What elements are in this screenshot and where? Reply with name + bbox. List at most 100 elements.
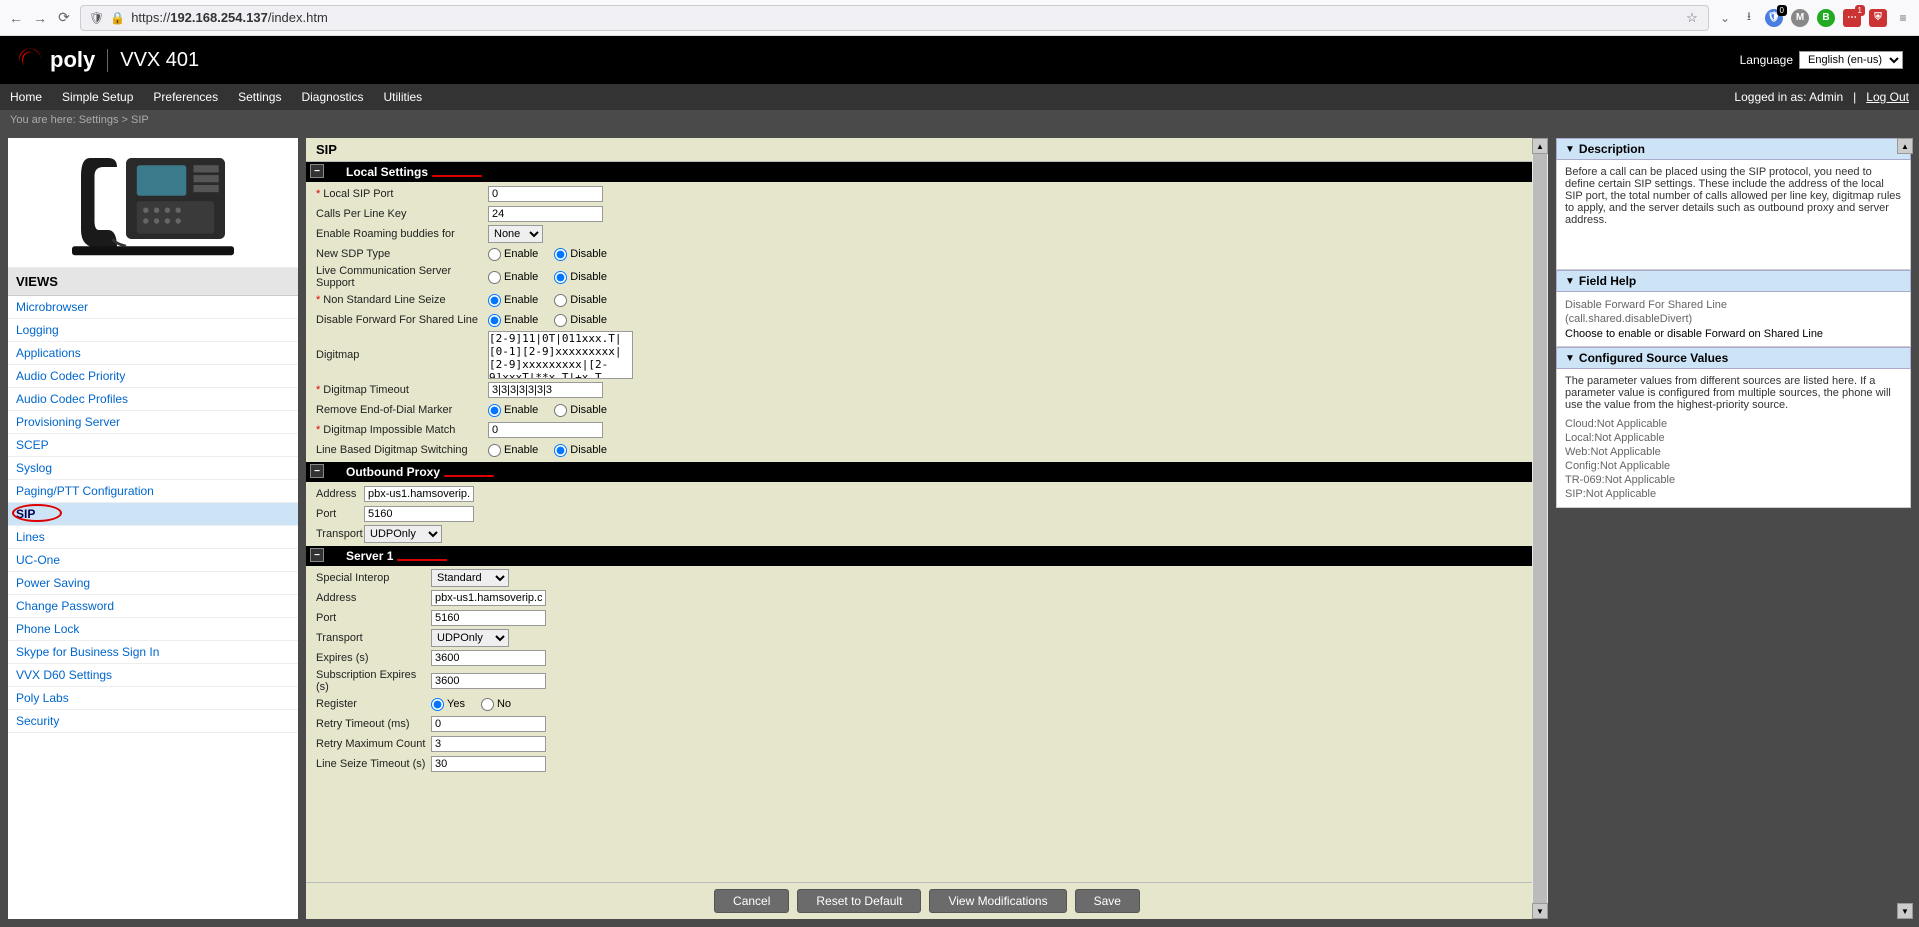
nsls-disable-radio[interactable]: Disable [554, 294, 607, 307]
digitmap-textarea[interactable]: [2-9]11|0T|011xxx.T|[0-1][2-9]xxxxxxxxx|… [488, 331, 633, 379]
lcs-enable-radio[interactable]: Enable [488, 271, 538, 284]
new-sdp-disable-radio[interactable]: Disable [554, 248, 607, 261]
sidebar-item-syslog[interactable]: Syslog [8, 457, 298, 480]
poly-logo: poly [16, 46, 95, 74]
csv-header[interactable]: ▼Configured Source Values [1556, 347, 1911, 369]
extension-lastpass-icon[interactable]: ⋯1 [1843, 9, 1861, 27]
extension-m-icon[interactable]: M [1791, 9, 1809, 27]
logo-icon [16, 46, 44, 74]
server1-sub-expires-input[interactable] [431, 673, 546, 689]
sidebar-item-provisioning-server[interactable]: Provisioning Server [8, 411, 298, 434]
sidebar-item-microbrowser[interactable]: Microbrowser [8, 296, 298, 319]
cancel-button[interactable]: Cancel [714, 889, 789, 913]
caret-down-icon: ▼ [1565, 353, 1575, 364]
url-bar[interactable]: 🛡 🔒 https://192.168.254.137/index.htm ☆ [80, 5, 1709, 31]
server1-retry-timeout-input[interactable] [431, 716, 546, 732]
description-header[interactable]: ▼Description [1556, 138, 1911, 160]
dfsl-disable-radio[interactable]: Disable [554, 314, 607, 327]
bookmark-star-icon[interactable]: ☆ [1684, 10, 1700, 26]
nav-item-home[interactable]: Home [10, 90, 42, 104]
nav-item-simple-setup[interactable]: Simple Setup [62, 90, 133, 104]
sidebar-item-logging[interactable]: Logging [8, 319, 298, 342]
linebased-disable-radio[interactable]: Disable [554, 444, 607, 457]
breadcrumb: You are here: Settings > SIP [0, 110, 1919, 130]
collapse-icon[interactable]: − [310, 164, 324, 178]
section-title-label: Server 1 [346, 549, 393, 563]
logout-link[interactable]: Log Out [1866, 90, 1909, 104]
collapse-icon[interactable]: − [310, 464, 324, 478]
save-button[interactable]: Save [1075, 889, 1140, 913]
nav-bar: Home Simple Setup Preferences Settings Diagn… [0, 84, 1919, 110]
server1-transport-select[interactable]: UDPOnly [431, 629, 509, 647]
proxy-address-input[interactable] [364, 486, 474, 502]
server1-expires-input[interactable] [431, 650, 546, 666]
sidebar-item-vvx-d60-settings[interactable]: VVX D60 Settings [8, 664, 298, 687]
right-panel-scrollbar[interactable]: ▲ ▼ [1897, 138, 1913, 919]
back-button[interactable]: ← [8, 10, 24, 26]
sidebar-item-audio-codec-priority[interactable]: Audio Codec Priority [8, 365, 298, 388]
language-label: Language [1740, 53, 1793, 67]
sidebar-item-paging-ptt-configuration[interactable]: Paging/PTT Configuration [8, 480, 298, 503]
sidebar-item-security[interactable]: Security [8, 710, 298, 733]
section-server-1: − Server 1 [306, 546, 1548, 566]
linebased-enable-radio[interactable]: Enable [488, 444, 538, 457]
server1-interop-select[interactable]: Standard [431, 569, 509, 587]
reset-button[interactable]: Reset to Default [797, 889, 921, 913]
eod-enable-radio[interactable]: Enable [488, 404, 538, 417]
shield-icon: 🛡 [89, 11, 104, 25]
proxy-port-input[interactable] [364, 506, 474, 522]
nav-item-utilities[interactable]: Utilities [383, 90, 422, 104]
local-sip-port-input[interactable] [488, 186, 603, 202]
sidebar-item-scep[interactable]: SCEP [8, 434, 298, 457]
digitmap-timeout-input[interactable] [488, 382, 603, 398]
lcs-disable-radio[interactable]: Disable [554, 271, 607, 284]
hamburger-icon[interactable]: ≡ [1895, 10, 1911, 26]
annotation-circle [12, 504, 62, 522]
section-local-settings: − Local Settings [306, 162, 1548, 182]
phone-image [8, 138, 298, 268]
roaming-select[interactable]: None [488, 225, 543, 243]
download-icon[interactable]: ⭳ [1741, 10, 1757, 26]
sidebar-item-audio-codec-profiles[interactable]: Audio Codec Profiles [8, 388, 298, 411]
nav-item-preferences[interactable]: Preferences [153, 90, 218, 104]
language-select[interactable]: English (en-us) [1799, 51, 1903, 69]
sidebar-item-sip[interactable]: SIP [8, 503, 298, 526]
server1-address-input[interactable] [431, 590, 546, 606]
server1-retry-max-input[interactable] [431, 736, 546, 752]
extension-ublock-icon[interactable]: ⛨ [1869, 9, 1887, 27]
reload-button[interactable]: ⟳ [56, 10, 72, 26]
dfsl-enable-radio[interactable]: Enable [488, 314, 538, 327]
sidebar-item-applications[interactable]: Applications [8, 342, 298, 365]
sidebar-item-phone-lock[interactable]: Phone Lock [8, 618, 298, 641]
sidebar-item-skype-for-business-sign-in[interactable]: Skype for Business Sign In [8, 641, 298, 664]
digitmap-impossible-input[interactable] [488, 422, 603, 438]
sidebar-item-power-saving[interactable]: Power Saving [8, 572, 298, 595]
field-help-body: Disable Forward For Shared Line (call.sh… [1556, 292, 1911, 347]
field-help-header[interactable]: ▼Field Help [1556, 270, 1911, 292]
collapse-icon[interactable]: − [310, 548, 324, 562]
calls-per-line-input[interactable] [488, 206, 603, 222]
sidebar-item-lines[interactable]: Lines [8, 526, 298, 549]
sidebar-item-change-password[interactable]: Change Password [8, 595, 298, 618]
content-scrollbar[interactable]: ▲ ▼ [1532, 138, 1548, 919]
server1-port-input[interactable] [431, 610, 546, 626]
extension-privacy-icon[interactable]: 🛡0 [1765, 9, 1783, 27]
forward-button[interactable]: → [32, 10, 48, 26]
register-no-radio[interactable]: No [481, 698, 511, 711]
eod-disable-radio[interactable]: Disable [554, 404, 607, 417]
pocket-icon[interactable]: ⌄ [1717, 10, 1733, 26]
nsls-enable-radio[interactable]: Enable [488, 294, 538, 307]
sidebar-item-poly-labs[interactable]: Poly Labs [8, 687, 298, 710]
new-sdp-enable-radio[interactable]: Enable [488, 248, 538, 261]
nav-item-settings[interactable]: Settings [238, 90, 281, 104]
server1-line-seize-input[interactable] [431, 756, 546, 772]
register-yes-radio[interactable]: Yes [431, 698, 465, 711]
extension-b-icon[interactable]: B [1817, 9, 1835, 27]
proxy-transport-select[interactable]: UDPOnly [364, 525, 442, 543]
model-label: VVX 401 [107, 49, 199, 72]
url-text: https://192.168.254.137/index.htm [131, 10, 328, 25]
view-mods-button[interactable]: View Modifications [929, 889, 1066, 913]
button-bar: Cancel Reset to Default View Modificatio… [306, 882, 1548, 919]
nav-item-diagnostics[interactable]: Diagnostics [301, 90, 363, 104]
sidebar-item-uc-one[interactable]: UC-One [8, 549, 298, 572]
